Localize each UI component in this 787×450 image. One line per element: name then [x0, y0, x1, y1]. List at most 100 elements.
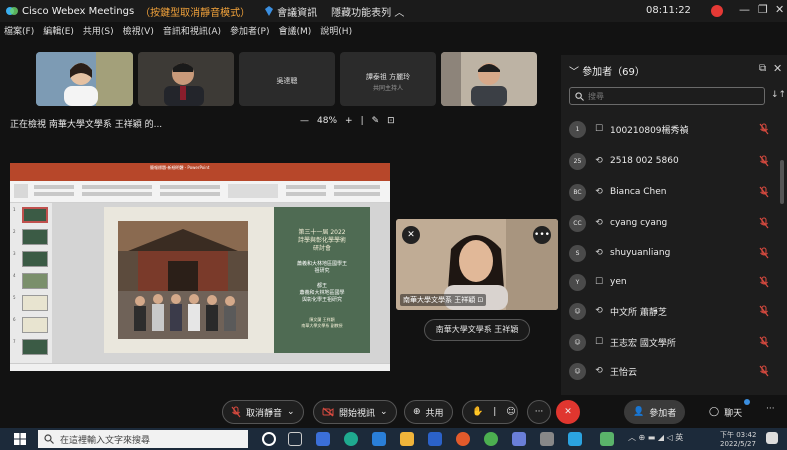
- menu-help[interactable]: 說明(H): [320, 24, 352, 37]
- menu-file[interactable]: 檔案(F): [4, 24, 34, 37]
- muted-mic-icon[interactable]: [759, 305, 769, 317]
- participants-button[interactable]: 👤 參加者: [624, 400, 686, 424]
- muted-mic-icon[interactable]: [759, 247, 769, 259]
- slide-thumbnail[interactable]: [22, 229, 48, 245]
- menu-view[interactable]: 檢視(V): [123, 24, 154, 37]
- slide-author-line: 南華大學文學系 副教授: [301, 323, 343, 328]
- muted-mic-icon[interactable]: [759, 155, 769, 167]
- participants-header[interactable]: ﹀ 參加者（69）: [569, 63, 645, 78]
- participants-scrollbar[interactable]: [780, 160, 784, 204]
- video-thumbnail-5[interactable]: [441, 52, 537, 106]
- settings-icon[interactable]: [540, 432, 554, 446]
- muted-mic-icon[interactable]: [759, 123, 769, 135]
- menu-share[interactable]: 共用(S): [83, 24, 114, 37]
- line-icon[interactable]: [484, 432, 498, 446]
- participant-row[interactable]: BC ⟲ Bianca Chen: [569, 182, 779, 202]
- app-icon[interactable]: [600, 432, 614, 446]
- more-chat-icon[interactable]: ···: [766, 404, 775, 414]
- muted-mic-icon[interactable]: [759, 186, 769, 198]
- muted-mic-icon[interactable]: [759, 217, 769, 229]
- raise-hand-icon[interactable]: ✋: [472, 407, 483, 417]
- muted-mic-icon[interactable]: [759, 336, 769, 348]
- video-thumbnail-3[interactable]: 吳達聰: [239, 52, 335, 106]
- hide-menubar-button[interactable]: 隱藏功能表列 ︿: [331, 4, 404, 19]
- participant-row[interactable]: Y ☐ yen: [569, 272, 779, 292]
- video-options-icon[interactable]: •••: [533, 226, 551, 244]
- zoom-out-button[interactable]: —: [300, 116, 309, 126]
- meeting-info-label: 會議資訊: [277, 7, 318, 19]
- slide-thumbnail[interactable]: [22, 295, 48, 311]
- slide-thumbnail[interactable]: [22, 207, 48, 223]
- webex-taskbar-icon[interactable]: [568, 432, 582, 446]
- search-input[interactable]: [588, 91, 758, 101]
- end-meeting-button[interactable]: ✕: [556, 400, 580, 424]
- notification-center-icon[interactable]: [766, 432, 778, 444]
- slide-thumbnail[interactable]: [22, 273, 48, 289]
- shared-screen[interactable]: 簡報標題-新細明體 - PowerPoint 1 2 3 4 5 6 7 第三十…: [10, 163, 390, 371]
- sort-icon[interactable]: ↓↑: [771, 90, 786, 100]
- chevron-down-icon[interactable]: ⌄: [380, 407, 388, 417]
- slide-thumbnail[interactable]: [22, 317, 48, 333]
- ie-icon[interactable]: [372, 432, 386, 446]
- popout-icon[interactable]: ⧉: [759, 63, 766, 74]
- participant-name: 吳達聰: [276, 77, 298, 85]
- share-icon: ⊕: [413, 407, 421, 417]
- annotate-icon[interactable]: ✎: [372, 116, 380, 126]
- share-button[interactable]: ⊕ 共用: [404, 400, 453, 424]
- slide-thumbnail[interactable]: [22, 251, 48, 267]
- video-thumbnail-4[interactable]: 譚泰祖 方麗玲 共同主持人: [340, 52, 436, 106]
- zoom-level: 48%: [317, 116, 338, 126]
- taskbar-search[interactable]: 在這裡輸入文字來搜尋: [38, 430, 248, 448]
- chrome-icon[interactable]: [456, 432, 470, 446]
- share-label: 共用: [425, 408, 444, 419]
- participant-row[interactable]: ☺ ⟲ 中文所 蕭靜芝: [569, 301, 779, 321]
- participant-row[interactable]: ☺ ☐ 王志宏 國文學所: [569, 332, 779, 352]
- participant-search[interactable]: [569, 87, 765, 105]
- task-view-icon[interactable]: [288, 432, 302, 446]
- tray-icons[interactable]: ︿ ⊕ ▬ ◢ ◁ 英: [628, 432, 683, 443]
- cortana-icon[interactable]: [262, 432, 276, 446]
- slide-text-panel: 第三十一屆 2022 詩學與彰化學學術 研討會 蕭義和大林地區國學王 祖研究 都…: [274, 207, 370, 353]
- video-thumbnail-1[interactable]: [36, 52, 133, 106]
- participant-row[interactable]: 1 ☐ 100210809楊秀禎: [569, 119, 779, 139]
- file-explorer-icon[interactable]: [400, 432, 414, 446]
- meeting-info-button[interactable]: 會議資訊: [264, 4, 317, 19]
- ppt-ribbon: [10, 181, 390, 203]
- restore-icon[interactable]: ❐: [758, 3, 768, 16]
- participant-row[interactable]: ☺ ⟲ 王怡云: [569, 361, 779, 381]
- slide-thumbnail-pane: 1 2 3 4 5 6 7: [10, 203, 52, 363]
- fit-screen-icon[interactable]: ⊡: [387, 116, 395, 126]
- menu-participant[interactable]: 參加者(P): [230, 24, 269, 37]
- minimize-icon[interactable]: —: [739, 3, 750, 16]
- menu-audio-video[interactable]: 音訊和視訊(A): [163, 24, 221, 37]
- close-panel-icon[interactable]: ✕: [773, 62, 782, 75]
- expand-video-icon[interactable]: ✕: [402, 226, 420, 244]
- unmute-button[interactable]: 取消靜音 ⌄: [222, 400, 304, 424]
- slide-thumbnail[interactable]: [22, 339, 48, 355]
- word-icon[interactable]: [428, 432, 442, 446]
- edge-icon[interactable]: [344, 432, 358, 446]
- app-icon[interactable]: [512, 432, 526, 446]
- muted-mic-icon[interactable]: [759, 276, 769, 288]
- participant-row[interactable]: 25 ⟲ 2518 002 5860: [569, 151, 779, 171]
- chevron-down-icon[interactable]: ⌄: [287, 407, 295, 417]
- windows-start-icon[interactable]: [14, 433, 26, 448]
- reactions-group: ✋ | ☺: [462, 400, 518, 424]
- chat-button[interactable]: ◯ 聊天: [700, 400, 751, 424]
- menu-meeting[interactable]: 會議(M): [279, 24, 312, 37]
- active-speaker-video[interactable]: ✕ ••• 南華大學文學系 王祥穎 ⊡: [396, 219, 558, 310]
- app-icon[interactable]: [316, 432, 330, 446]
- close-window-icon[interactable]: ✕: [775, 3, 784, 16]
- emoji-icon[interactable]: ☺: [506, 407, 515, 417]
- muted-mic-icon[interactable]: [759, 365, 769, 377]
- participant-row[interactable]: S ⟲ shuyuanliang: [569, 243, 779, 263]
- menu-edit[interactable]: 編輯(E): [43, 24, 74, 37]
- zoom-in-button[interactable]: +: [345, 116, 353, 126]
- participant-row[interactable]: CC ⟲ cyang cyang: [569, 213, 779, 233]
- start-video-button[interactable]: 開始視訊 ⌄: [313, 400, 397, 424]
- start-video-label: 開始視訊: [339, 408, 376, 419]
- more-options-button[interactable]: ···: [527, 400, 551, 424]
- chevron-down-icon: ﹀: [569, 67, 583, 78]
- participant-video: [138, 52, 234, 106]
- video-thumbnail-2[interactable]: [138, 52, 234, 106]
